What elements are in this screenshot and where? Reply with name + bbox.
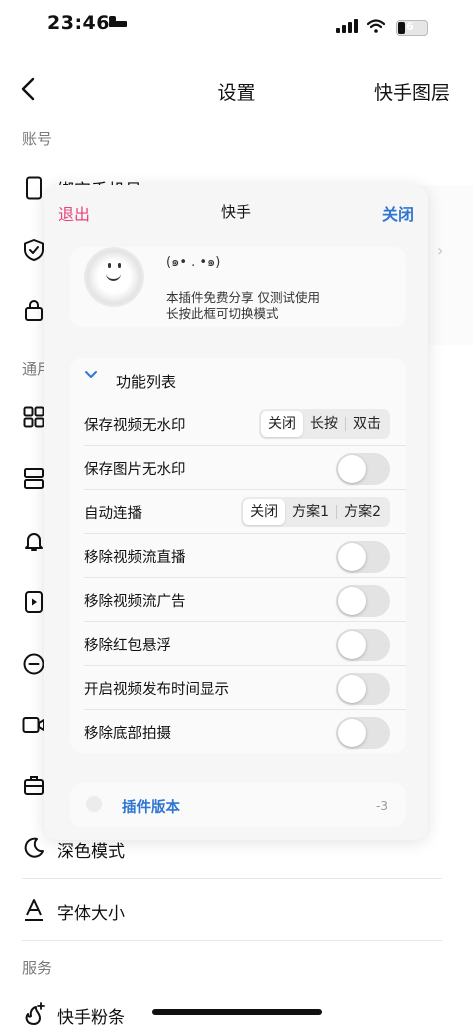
play-square-icon	[25, 591, 43, 613]
lock-icon	[25, 300, 43, 321]
toolbox-icon	[24, 776, 44, 795]
show-publish-time-toggle[interactable]	[336, 673, 390, 705]
status-time: 23:46	[47, 12, 110, 34]
smiley-icon	[86, 796, 102, 812]
segment-option-long-press[interactable]: 长按	[303, 411, 345, 437]
remove-bottom-shoot-toggle[interactable]	[336, 717, 390, 749]
segment-option-double-tap[interactable]: 双击	[346, 411, 388, 437]
panel-title: 快手	[220, 203, 251, 221]
description-line-2: 长按此框可切换模式	[166, 306, 279, 321]
kuaishou-layer-button[interactable]: 快手图层	[374, 78, 450, 105]
chevron-right-icon: ›	[437, 241, 444, 260]
divider	[22, 878, 442, 879]
feature-row-remove-red-packet: 移除红包悬浮	[70, 622, 406, 666]
save-image-toggle[interactable]	[336, 453, 390, 485]
camera-icon	[22, 717, 45, 733]
layers-icon	[24, 468, 44, 489]
battery-level: 6	[406, 20, 414, 33]
remove-live-toggle[interactable]	[336, 541, 390, 573]
feature-label: 移除底部拍摄	[84, 726, 171, 742]
chevron-down-icon[interactable]	[84, 370, 98, 380]
feature-row-remove-live: 移除视频流直播	[70, 534, 406, 578]
moon-icon	[24, 837, 44, 858]
feature-label: 保存图片无水印	[84, 462, 186, 478]
feature-label: 开启视频发布时间显示	[84, 682, 229, 698]
home-indicator[interactable]	[152, 1009, 322, 1015]
bell-icon	[25, 533, 43, 551]
minus-circle-icon	[23, 653, 45, 675]
feature-row-show-publish-time: 开启视频发布时间显示	[70, 666, 406, 710]
kuaishou-fans-label[interactable]: 快手粉条	[57, 1003, 125, 1028]
remove-ads-toggle[interactable]	[336, 585, 390, 617]
feature-label: 移除视频流直播	[84, 550, 186, 566]
feature-label: 保存视频无水印	[84, 418, 186, 434]
feature-row-save-image: 保存图片无水印	[70, 446, 406, 490]
status-bar: 23:46 6	[0, 0, 473, 50]
plugin-version-label: 插件版本	[122, 800, 180, 816]
smiley-face-icon	[106, 263, 123, 285]
plugin-version-value: -3	[376, 799, 388, 813]
feature-row-remove-ads: 移除视频流广告	[70, 578, 406, 622]
signal-icon	[336, 19, 358, 33]
section-service-label: 服务	[22, 959, 53, 977]
shield-check-icon	[24, 239, 44, 261]
feature-label: 自动连播	[84, 506, 142, 522]
font-size-label[interactable]: 字体大小	[57, 899, 125, 924]
grid-icon	[23, 406, 45, 428]
features-header[interactable]: 功能列表	[116, 371, 176, 392]
navigation-bar: 设置 快手图层	[0, 62, 473, 116]
divider	[22, 940, 442, 941]
feature-row-autoplay: 自动连播 关闭 方案1 方案2	[70, 490, 406, 534]
remove-red-packet-toggle[interactable]	[336, 629, 390, 661]
wifi-icon	[367, 19, 385, 33]
font-size-icon	[25, 899, 43, 921]
feature-row-remove-bottom-shoot: 移除底部拍摄	[70, 710, 406, 754]
dark-mode-label[interactable]: 深色模式	[57, 837, 125, 862]
feature-label: 移除视频流广告	[84, 594, 186, 610]
segment-option-off[interactable]: 关闭	[243, 499, 286, 525]
phone-icon	[26, 176, 42, 200]
segment-option-plan-1[interactable]: 方案1	[285, 499, 336, 525]
kaomoji-text: (๑• . •๑)	[166, 255, 221, 270]
autoplay-segmented-control[interactable]: 关闭 方案1 方案2	[241, 497, 390, 527]
segment-option-off[interactable]: 关闭	[261, 411, 303, 437]
battery-icon: 6	[396, 20, 428, 36]
feature-label: 移除红包悬浮	[84, 638, 171, 654]
save-video-segmented-control[interactable]: 关闭 长按 双击	[259, 409, 390, 439]
bed-icon	[109, 16, 127, 27]
version-card[interactable]	[70, 783, 406, 827]
sparkle-icon	[25, 1002, 45, 1025]
section-account-label: 账号	[22, 130, 53, 148]
close-button[interactable]: 关闭	[382, 201, 414, 225]
plugin-panel: 退出 快手 关闭 (๑• . •๑) 本插件免费分享 仅测试使用 长按此框可切换…	[44, 185, 428, 840]
avatar	[84, 247, 144, 307]
segment-option-plan-2[interactable]: 方案2	[337, 499, 388, 525]
feature-row-save-video: 保存视频无水印 关闭 长按 双击	[70, 402, 406, 446]
